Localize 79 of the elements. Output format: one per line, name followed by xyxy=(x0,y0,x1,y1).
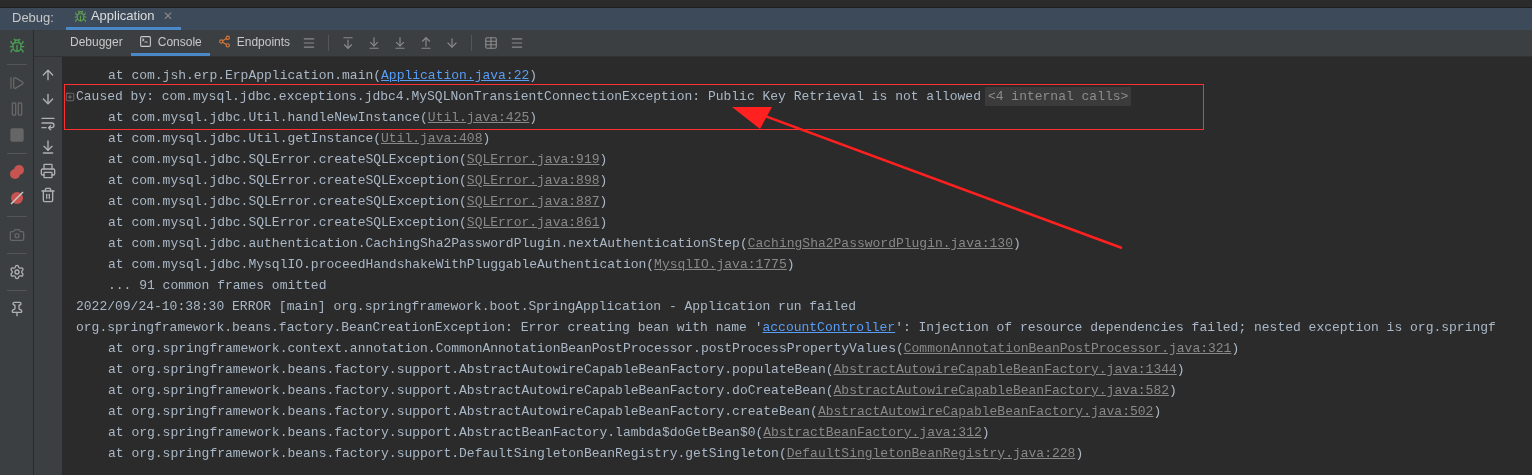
log-text: at com.mysql.jdbc.SQLError.createSQLException( xyxy=(108,213,467,232)
source-link[interactable]: DefaultSingletonBeanRegistry.java:228 xyxy=(786,443,1076,464)
close-button[interactable]: ✕ xyxy=(162,7,173,25)
stop-icon[interactable] xyxy=(8,127,25,143)
log-text: at com.mysql.jdbc.SQLError.createSQLException( xyxy=(108,171,467,190)
step-into-icon[interactable] xyxy=(367,36,382,50)
breakpoints-icon[interactable] xyxy=(8,164,25,180)
print-icon[interactable] xyxy=(40,163,56,179)
log-text: ) xyxy=(482,129,491,148)
evaluate-icon[interactable] xyxy=(484,36,499,50)
nodes-icon xyxy=(217,35,231,48)
source-link[interactable]: AbstractAutowireCapableBeanFactory.java:1344 xyxy=(833,359,1177,380)
menu-icon[interactable] xyxy=(302,36,317,50)
source-link[interactable]: MysqlIO.java:1775 xyxy=(654,254,787,275)
trace-icon[interactable] xyxy=(510,36,525,50)
log-text: 2022/09/24-10:38:30 ERROR [main] org.springframework.boot.SpringApplication - Application run failed xyxy=(76,297,857,316)
log-text: at com.jsh.erp.ErpApplication.main( xyxy=(108,66,382,85)
camera-icon[interactable] xyxy=(8,227,25,243)
log-text: at com.mysql.jdbc.Util.getInstance( xyxy=(108,129,382,148)
source-link[interactable]: AbstractBeanFactory.java:312 xyxy=(763,422,982,443)
log-text: at com.mysql.jdbc.authentication.CachingSha2PasswordPlugin.nextAuthenticationStep( xyxy=(108,234,748,253)
soft-wrap-icon[interactable] xyxy=(40,115,56,131)
log-text: ) xyxy=(1075,444,1084,463)
log-text: ) xyxy=(1169,381,1177,400)
source-link[interactable]: SQLError.java:898 xyxy=(466,170,600,191)
log-text: at org.springframework.context.annotation.CommonAnnotationBeanPostProcessor.postProcessPropertyValues( xyxy=(108,339,904,358)
source-link[interactable]: SQLError.java:919 xyxy=(466,149,600,170)
source-link[interactable]: AbstractAutowireCapableBeanFactory.java:502 xyxy=(817,401,1154,422)
log-text: ) xyxy=(599,213,608,232)
source-link[interactable]: Util.java:425 xyxy=(427,107,530,128)
toolbar-tab[interactable]: Endpoints xyxy=(209,30,299,56)
force-step-into-icon[interactable] xyxy=(393,36,408,50)
source-link[interactable]: AbstractAutowireCapableBeanFactory.java:582 xyxy=(833,380,1169,401)
log-text: ) xyxy=(786,255,795,274)
expand-icon[interactable] xyxy=(65,91,75,102)
settings-icon[interactable] xyxy=(8,264,25,280)
log-text: at com.mysql.jdbc.MysqlIO.proceedHandshakeWithPluggableAuthentication( xyxy=(108,255,655,274)
log-text: at com.mysql.jdbc.SQLError.createSQLException( xyxy=(108,150,467,169)
log-text: ) xyxy=(1176,360,1185,379)
log-text: at org.springframework.beans.factory.support.DefaultSingletonBeanRegistry.getSingleton( xyxy=(108,444,787,463)
terminal-icon xyxy=(138,35,152,48)
log-text: ': Injection of resource dependencies failed; nested exception is org.springf xyxy=(895,318,1496,337)
step-over-icon[interactable] xyxy=(341,36,356,50)
trash-icon[interactable] xyxy=(40,187,56,203)
log-text: ) xyxy=(1231,339,1240,358)
toolbar-tab[interactable]: Debugger xyxy=(62,30,131,56)
debug-label: Debug: xyxy=(11,8,55,27)
source-link[interactable]: SQLError.java:861 xyxy=(466,212,600,233)
source-link[interactable]: Application.java:22 xyxy=(381,65,530,86)
down-arrow-icon[interactable] xyxy=(40,91,56,107)
log-text: at com.mysql.jdbc.SQLError.createSQLException( xyxy=(108,192,467,211)
source-link[interactable]: accountController xyxy=(762,317,896,338)
log-text: at org.springframework.beans.factory.support.AbstractAutowireCapableBeanFactory.populateBean( xyxy=(108,360,834,379)
log-text: ) xyxy=(599,192,608,211)
source-link[interactable]: SQLError.java:887 xyxy=(466,191,600,212)
log-text: at org.springframework.beans.factory.support.AbstractBeanFactory.lambda$doGetBean$0( xyxy=(108,423,764,442)
log-text: ) xyxy=(1012,234,1021,253)
log-text: ... 91 common frames omitted xyxy=(108,276,327,295)
log-text: ) xyxy=(599,171,608,190)
step-out-icon[interactable] xyxy=(419,36,434,50)
resume-icon[interactable] xyxy=(8,75,25,91)
scroll-to-end-icon[interactable] xyxy=(40,139,56,155)
bug-icon xyxy=(73,9,87,23)
log-text: ) xyxy=(981,423,990,442)
log-text: ) xyxy=(529,66,538,85)
log-text: ) xyxy=(1153,402,1162,421)
log-text: Caused by: com.mysql.jdbc.exceptions.jdbc4.MySQLNonTransientConnectionException: Public Key Retrieval is not allowed xyxy=(76,87,981,106)
log-text: ) xyxy=(599,150,608,169)
log-text: ) xyxy=(529,108,538,127)
source-link[interactable]: CommonAnnotationBeanPostProcessor.java:321 xyxy=(903,338,1232,359)
source-link[interactable]: CachingSha2PasswordPlugin.java:130 xyxy=(747,233,1013,254)
source-link[interactable]: Util.java:408 xyxy=(381,128,483,149)
log-text: at com.mysql.jdbc.Util.handleNewInstance( xyxy=(108,108,428,127)
bug-icon[interactable] xyxy=(8,38,25,54)
internal-calls-badge[interactable]: <4 internal calls> xyxy=(984,86,1132,107)
log-text: at org.springframework.beans.factory.support.AbstractAutowireCapableBeanFactory.createBean( xyxy=(108,402,818,421)
log-text: at org.springframework.beans.factory.support.AbstractAutowireCapableBeanFactory.doCreateBean( xyxy=(108,381,834,400)
log-text: org.springframework.beans.factory.BeanCreationException: Error creating bean with name ' xyxy=(76,318,763,337)
mute-breakpoints-icon[interactable] xyxy=(8,190,25,206)
